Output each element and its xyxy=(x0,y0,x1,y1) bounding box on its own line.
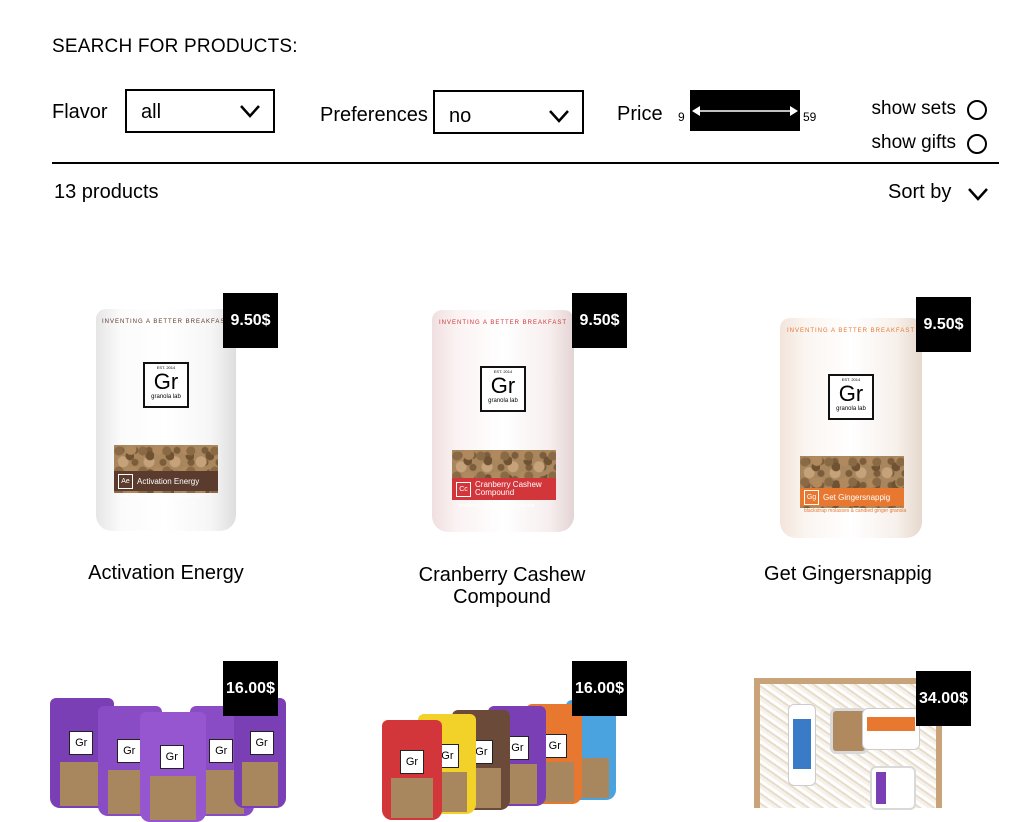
product-card-set-mixed[interactable]: Gr Gr Gr Gr Gr 16.00$ xyxy=(380,660,630,820)
product-name[interactable]: Get Gingersnappig xyxy=(750,563,946,585)
logo-sub: granola lab xyxy=(488,398,518,404)
double-arrow-icon xyxy=(692,106,798,116)
price-badge: 9.50$ xyxy=(916,297,971,352)
show-gifts-toggle[interactable] xyxy=(967,134,987,154)
product-name[interactable]: Cranberry Cashew Compound xyxy=(402,564,602,608)
flavor-band: Ae Activation Energy xyxy=(114,471,218,491)
product-card-get-gingersnappig[interactable]: INVENTING A BETTER BREAKFAST EST. 2014 G… xyxy=(750,296,980,596)
flavor-select-value: all xyxy=(141,101,162,123)
granola-lab-logo: EST. 2014 Gr granola lab xyxy=(828,374,874,420)
bag-tagline: INVENTING A BETTER BREAKFAST xyxy=(101,319,231,325)
band-subtitle: cranberry, cashew & clove granola xyxy=(458,503,535,509)
logo-est: EST. 2014 xyxy=(841,377,861,382)
show-gifts-label: show gifts xyxy=(871,132,956,153)
band-title: Activation Energy xyxy=(137,476,200,486)
price-badge: 34.00$ xyxy=(916,671,971,726)
granola-lab-logo: EST. 2014 Gr granola lab xyxy=(480,366,526,412)
band-title: Cranberry Cashew Compound xyxy=(475,480,542,497)
element-symbol: Gg xyxy=(804,489,819,505)
product-card-activation-energy[interactable]: INVENTING A BETTER BREAKFAST EST. 2014 G… xyxy=(52,290,280,590)
bag-tagline: INVENTING A BETTER BREAKFAST xyxy=(438,320,568,326)
product-image: INVENTING A BETTER BREAKFAST EST. 2014 G… xyxy=(780,318,922,538)
flavor-select[interactable]: all xyxy=(125,89,275,133)
granola-lab-logo: EST. 2014 Gr granola lab xyxy=(143,362,189,408)
chevron-down-icon xyxy=(240,105,260,118)
logo-mark: Gr xyxy=(69,731,94,755)
band-title: Get Gingersnappig xyxy=(823,492,891,502)
element-symbol: Ae xyxy=(118,473,133,489)
bag-tagline: INVENTING A BETTER BREAKFAST xyxy=(786,328,916,334)
preferences-select-value: no xyxy=(449,105,472,127)
logo-mark: Gr xyxy=(490,373,516,398)
flavor-band: Cc Cranberry Cashew Compound xyxy=(452,478,556,500)
product-image: INVENTING A BETTER BREAKFAST EST. 2014 G… xyxy=(96,309,236,531)
logo-est: EST. 2014 xyxy=(156,365,176,370)
logo-sub: granola lab xyxy=(836,406,866,412)
flavor-band: Gg Get Gingersnappig xyxy=(800,488,904,506)
band-subtitle: coffee, chocolate & hazelnut granola xyxy=(120,494,201,500)
product-name[interactable]: Activation Energy xyxy=(52,562,280,584)
logo-mark: Gr xyxy=(117,739,142,763)
sort-by-button[interactable]: Sort by xyxy=(888,181,951,204)
price-range-slider[interactable] xyxy=(690,90,800,131)
preferences-label: Preferences xyxy=(320,104,428,126)
price-badge: 9.50$ xyxy=(572,293,627,348)
show-sets-label: show sets xyxy=(871,98,956,119)
price-badge: 9.50$ xyxy=(223,293,278,348)
price-label: Price xyxy=(617,103,663,125)
price-min-value: 9 xyxy=(678,110,685,124)
product-image: INVENTING A BETTER BREAKFAST EST. 2014 G… xyxy=(432,310,574,532)
show-sets-toggle[interactable] xyxy=(967,100,987,120)
price-badge: 16.00$ xyxy=(572,661,627,716)
product-card-set-purple[interactable]: Gr Gr Gr Gr Gr 16.00$ xyxy=(48,660,288,822)
logo-mark: Gr xyxy=(542,734,567,758)
product-image xyxy=(754,678,942,810)
logo-mark: Gr xyxy=(249,731,274,755)
logo-est: EST. 2014 xyxy=(493,369,513,374)
logo-mark: Gr xyxy=(153,369,179,394)
page-title: SEARCH FOR PRODUCTS: xyxy=(52,36,298,57)
filter-divider xyxy=(52,162,999,164)
element-symbol: Cc xyxy=(456,481,471,497)
chevron-down-icon xyxy=(549,110,569,123)
logo-mark: Gr xyxy=(838,381,864,406)
chevron-down-icon[interactable] xyxy=(966,185,990,203)
product-image: Gr xyxy=(382,720,442,820)
product-image: Gr xyxy=(140,712,206,822)
band-subtitle: blackstrap molasses & candied ginger gra… xyxy=(804,508,907,514)
product-card-gift-box[interactable]: 34.00$ xyxy=(754,670,974,810)
preferences-select[interactable]: no xyxy=(433,90,584,134)
price-max-value: 59 xyxy=(803,110,817,124)
logo-mark: Gr xyxy=(400,750,424,774)
logo-mark: Gr xyxy=(209,739,234,763)
product-count: 13 products xyxy=(54,181,159,203)
logo-mark: Gr xyxy=(159,745,184,769)
flavor-label: Flavor xyxy=(52,101,108,123)
price-badge: 16.00$ xyxy=(223,661,278,716)
logo-sub: granola lab xyxy=(151,394,181,400)
product-card-cranberry-cashew[interactable]: INVENTING A BETTER BREAKFAST EST. 2014 G… xyxy=(388,290,628,610)
